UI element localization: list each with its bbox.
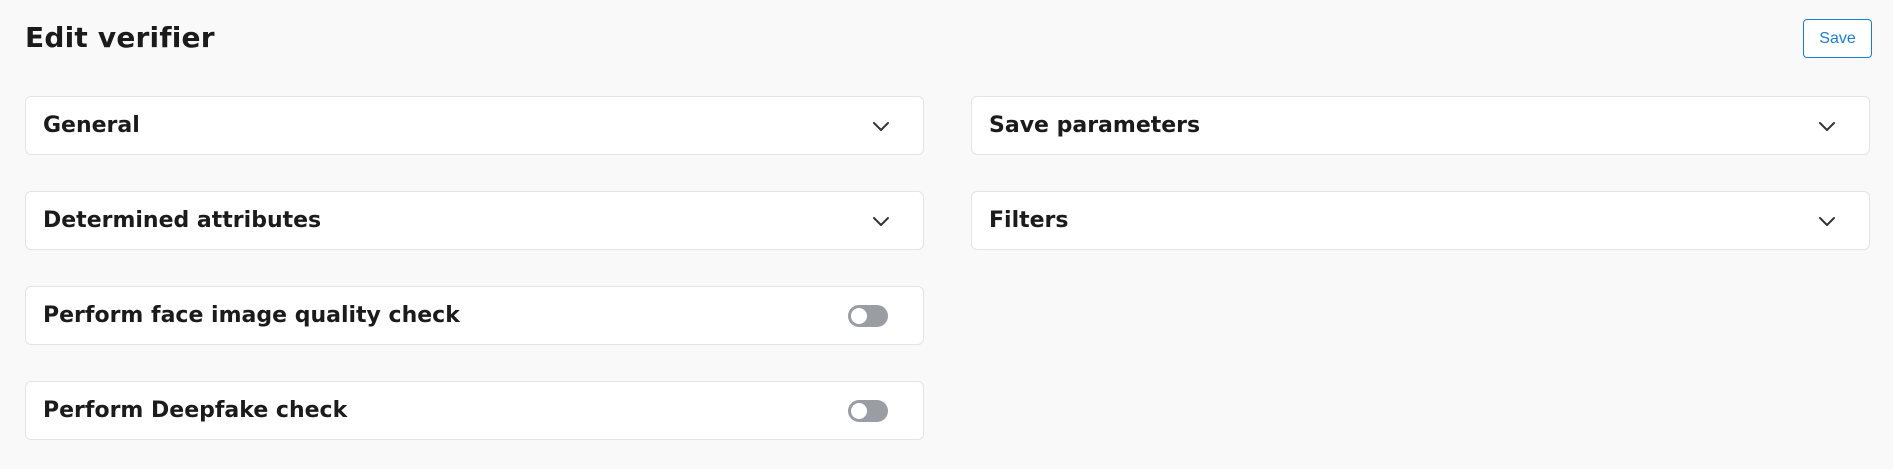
section-save-parameters-label: Save parameters (989, 112, 1201, 138)
face-quality-check-label: Perform face image quality check (43, 302, 460, 328)
chevron-down-icon[interactable] (1818, 120, 1836, 132)
save-button[interactable]: Save (1803, 19, 1872, 58)
toggle-knob (851, 307, 867, 324)
page-title: Edit verifier (25, 21, 215, 54)
chevron-down-icon[interactable] (1818, 215, 1836, 227)
deepfake-check-toggle[interactable] (848, 399, 888, 422)
section-save-parameters[interactable]: Save parameters (971, 96, 1870, 155)
section-determined-attributes[interactable]: Determined attributes (25, 191, 924, 250)
section-general-label: General (43, 112, 140, 138)
section-filters[interactable]: Filters (971, 191, 1870, 250)
deepfake-check-row: Perform Deepfake check (25, 381, 924, 440)
face-quality-check-row: Perform face image quality check (25, 286, 924, 345)
section-determined-attributes-label: Determined attributes (43, 207, 322, 233)
section-general[interactable]: General (25, 96, 924, 155)
toggle-knob (851, 402, 867, 419)
deepfake-check-label: Perform Deepfake check (43, 397, 348, 423)
face-quality-check-toggle[interactable] (848, 304, 888, 327)
chevron-down-icon[interactable] (872, 120, 890, 132)
chevron-down-icon[interactable] (872, 215, 890, 227)
section-filters-label: Filters (989, 207, 1069, 233)
